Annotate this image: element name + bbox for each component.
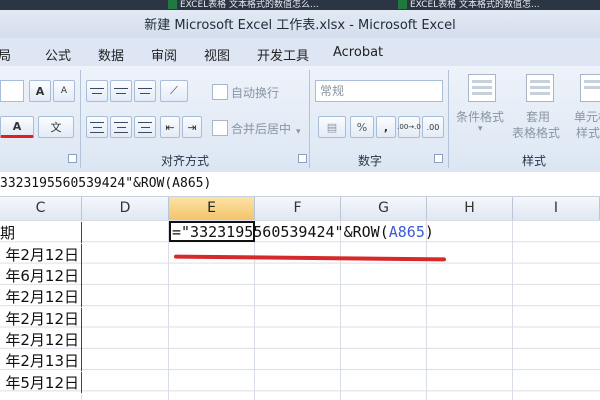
- font-size-increase-label: A: [35, 84, 45, 98]
- excel-favicon-icon: [168, 0, 177, 9]
- window-title: 新建 Microsoft Excel 工作表.xlsx - Microsoft …: [144, 18, 456, 33]
- cell-c-date[interactable]: 年2月12日: [0, 286, 82, 307]
- ribbon-separator: [309, 70, 310, 168]
- font-size-decrease-button[interactable]: A: [53, 80, 75, 102]
- tab-acrobat[interactable]: Acrobat: [333, 45, 383, 60]
- currency-format-icon[interactable]: ▤: [318, 116, 346, 138]
- tab-developer[interactable]: 开发工具: [257, 45, 309, 64]
- cell-reference-a865: A865: [388, 223, 425, 241]
- font-size-dropdown[interactable]: [0, 80, 24, 102]
- column-header-row: C D E F G H I: [0, 197, 600, 221]
- decrease-indent-icon[interactable]: ⇤: [160, 116, 180, 138]
- wrap-text-icon: [212, 84, 228, 100]
- decrease-decimal-button[interactable]: .00: [422, 116, 444, 138]
- comma-style-button[interactable]: ,: [376, 116, 396, 138]
- cell-formula-text[interactable]: ="3323195560539424"&ROW(A865): [172, 223, 434, 241]
- font-color-label: A: [12, 119, 22, 133]
- increase-decimal-label: .00→.0: [397, 123, 421, 131]
- tab-formulas[interactable]: 公式: [45, 45, 71, 64]
- table-format-icon: [526, 74, 554, 102]
- number-dialog-launcher-icon[interactable]: [434, 154, 443, 163]
- chevron-down-icon[interactable]: ▾: [296, 127, 301, 137]
- gridline: [426, 220, 427, 400]
- table-format-button-line1[interactable]: 套用: [526, 108, 550, 125]
- column-header-i[interactable]: I: [513, 197, 600, 220]
- tab-review[interactable]: 审阅: [151, 45, 177, 64]
- group-label-number: 数字: [358, 154, 383, 168]
- cell-formula-suffix: ): [424, 223, 434, 241]
- gridline: [340, 220, 341, 400]
- font-size-decrease-label: A: [60, 86, 68, 96]
- wrap-text-button[interactable]: 自动换行: [231, 84, 279, 101]
- formula-bar[interactable]: 3323195560539424"&ROW(A865): [0, 172, 600, 197]
- ribbon-separator: [80, 70, 81, 168]
- gridline: [254, 220, 255, 400]
- ribbon-tab-bar: 局 公式 数据 审阅 视图 开发工具 Acrobat: [0, 38, 600, 67]
- group-label-alignment: 对齐方式: [161, 154, 210, 168]
- browser-tab-2[interactable]: EXCEL表格 文本格式的数值怎...: [398, 0, 540, 10]
- percent-style-button[interactable]: %: [350, 116, 374, 138]
- formula-bar-content[interactable]: 3323195560539424"&ROW(A865): [0, 176, 211, 191]
- align-left-icon[interactable]: [86, 116, 108, 138]
- align-top-icon[interactable]: [86, 80, 108, 102]
- conditional-format-button[interactable]: 条件格式: [456, 108, 504, 125]
- align-right-icon[interactable]: [134, 116, 156, 138]
- group-label-styles: 样式: [522, 154, 547, 168]
- chevron-down-icon: ▾: [478, 124, 483, 134]
- cell-styles-icon: [580, 74, 600, 102]
- number-format-value: 常规: [320, 84, 345, 98]
- phonetic-guide-label: 文: [50, 121, 62, 134]
- decrease-decimal-label: .00: [426, 122, 440, 132]
- cell-styles-button-line1[interactable]: 单元格: [574, 108, 600, 125]
- cell-c-header[interactable]: 期: [0, 222, 82, 243]
- alignment-dialog-launcher-icon[interactable]: [298, 154, 307, 163]
- tab-page-layout[interactable]: 局: [0, 45, 11, 64]
- font-color-button[interactable]: A: [0, 116, 34, 138]
- cell-c-date[interactable]: 年6月12日: [0, 265, 82, 286]
- column-header-d[interactable]: D: [82, 197, 169, 220]
- column-header-g[interactable]: G: [341, 197, 427, 220]
- cell-formula-prefix: ="3323195560539424"&ROW(: [172, 223, 389, 241]
- browser-tab-strip: EXCEL表格 文本格式的数值怎么... EXCEL表格 文本格式的数值怎...: [0, 0, 600, 10]
- browser-tab-2-label: EXCEL表格 文本格式的数值怎...: [410, 0, 540, 10]
- excel-favicon-icon: [398, 0, 407, 9]
- conditional-format-icon: [468, 74, 496, 102]
- cell-c-date[interactable]: 年2月13日: [0, 350, 82, 371]
- ribbon: A A A 文 ⟋ ⇤ ⇥ 自动换行 合并后居中 ▾ 对齐方式 常规 ▤ % ,…: [0, 66, 600, 173]
- column-header-c[interactable]: C: [0, 197, 82, 220]
- column-header-e[interactable]: E: [169, 197, 255, 220]
- cell-c-date[interactable]: 年2月12日: [0, 244, 82, 265]
- align-bottom-icon[interactable]: [134, 80, 156, 102]
- gridline: [512, 220, 513, 400]
- align-center-icon[interactable]: [110, 116, 132, 138]
- browser-tab-1-label: EXCEL表格 文本格式的数值怎么...: [180, 0, 319, 10]
- cell-styles-button-line2[interactable]: 样式: [576, 124, 600, 141]
- font-dialog-launcher-icon[interactable]: [68, 154, 77, 163]
- table-format-button-line2[interactable]: 表格格式: [512, 124, 560, 141]
- number-format-dropdown[interactable]: 常规: [315, 80, 443, 102]
- browser-tab-1[interactable]: EXCEL表格 文本格式的数值怎么...: [168, 0, 319, 10]
- phonetic-guide-button[interactable]: 文: [38, 116, 74, 138]
- column-header-h[interactable]: H: [427, 197, 513, 220]
- cell-c-date[interactable]: 年2月12日: [0, 329, 82, 350]
- align-middle-icon[interactable]: [110, 80, 132, 102]
- merge-center-button[interactable]: 合并后居中: [231, 120, 291, 137]
- increase-indent-icon[interactable]: ⇥: [182, 116, 202, 138]
- cell-c-date[interactable]: 年5月12日: [0, 372, 82, 393]
- merge-center-icon: [212, 120, 228, 136]
- font-size-increase-button[interactable]: A: [29, 80, 51, 102]
- comma-label: ,: [383, 120, 389, 134]
- worksheet-grid[interactable]: [0, 220, 600, 400]
- ribbon-separator: [448, 70, 449, 168]
- increase-decimal-button[interactable]: .00→.0: [397, 116, 421, 138]
- gridline: [168, 220, 169, 400]
- tab-view[interactable]: 视图: [204, 45, 230, 64]
- cell-c-date[interactable]: 年2月12日: [0, 308, 82, 329]
- text-orientation-icon[interactable]: ⟋: [160, 80, 188, 102]
- title-bar: EXCEL表格 文本格式的数值怎么... EXCEL表格 文本格式的数值怎...…: [0, 0, 600, 38]
- tab-data[interactable]: 数据: [98, 45, 124, 64]
- column-header-f[interactable]: F: [255, 197, 341, 220]
- percent-label: %: [356, 120, 368, 134]
